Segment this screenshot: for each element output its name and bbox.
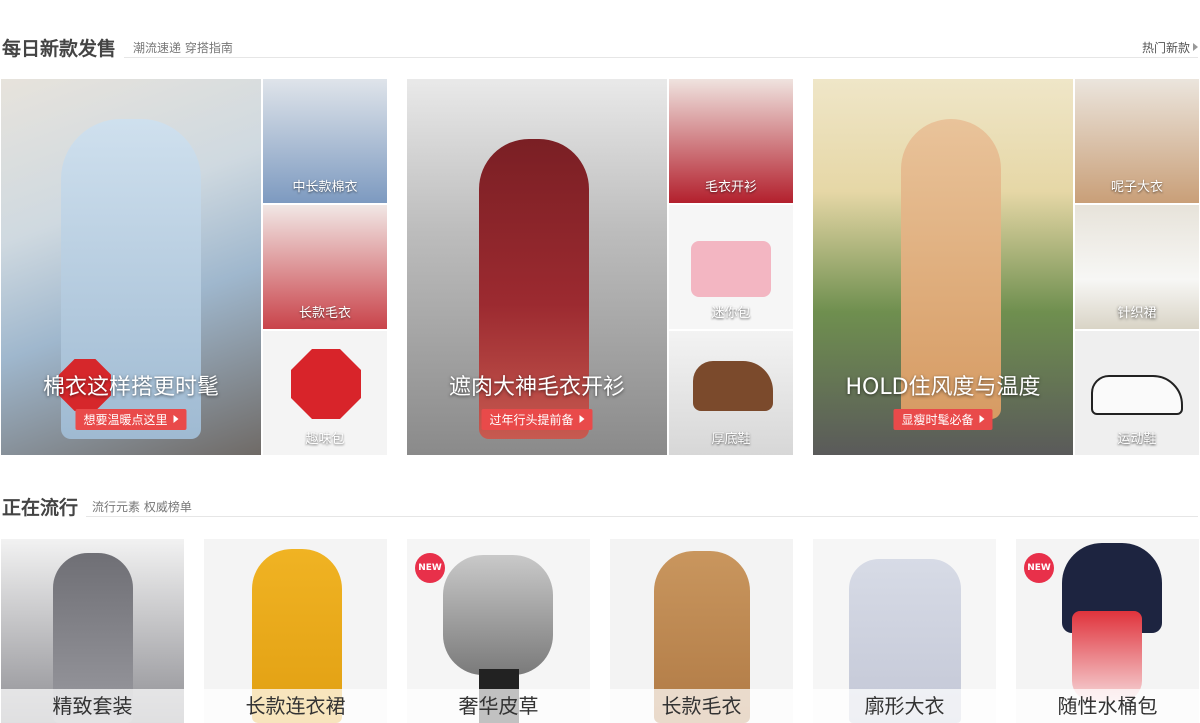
section-title: 正在流行 (2, 495, 87, 521)
category-tile[interactable]: 中长款棉衣 (263, 79, 387, 203)
trend-card[interactable]: NEW 奢华皮草 (407, 539, 590, 723)
trend-card[interactable]: 精致套装 (1, 539, 184, 723)
triangle-right-icon (979, 415, 985, 423)
card-label: 奢华皮草 (407, 689, 590, 723)
section-subtitle: 潮流速递 穿搭指南 (133, 39, 241, 56)
card-label: 廓形大衣 (813, 689, 996, 723)
category-tile[interactable]: 毛衣开衫 (669, 79, 793, 203)
tile-label: 运动鞋 (1117, 432, 1157, 447)
category-tile[interactable]: 迷你包 (669, 205, 793, 329)
triangle-right-icon (173, 415, 179, 423)
category-tile[interactable]: 针织裙 (1075, 205, 1199, 329)
bucket-bag-graphic (1072, 611, 1142, 701)
triangle-right-icon (579, 415, 585, 423)
category-tile[interactable]: 运动鞋 (1075, 331, 1199, 455)
shop-bag-graphic (291, 349, 361, 419)
trend-card[interactable]: NEW 随性水桶包 (1016, 539, 1199, 723)
promo-banner-3[interactable]: HOLD住风度与温度 显瘦时髦必备 (813, 79, 1073, 455)
triangle-right-icon (1193, 43, 1198, 51)
tile-label: 中长款棉衣 (292, 180, 358, 195)
trend-card[interactable]: 廓形大衣 (813, 539, 996, 723)
tile-label: 迷你包 (711, 306, 751, 321)
card-label: 精致套装 (1, 689, 184, 723)
tile-label: 长款毛衣 (298, 306, 351, 321)
cta-label: 想要温暖点这里 (83, 413, 168, 427)
category-tile[interactable]: 长款毛衣 (263, 205, 387, 329)
more-label: 热门新款 (1141, 41, 1190, 55)
section-title: 每日新款发售 (2, 36, 125, 62)
card-figure (443, 555, 553, 675)
header-divider (2, 516, 1198, 517)
banner-caption: 棉衣这样搭更时髦 (42, 375, 219, 400)
tile-label: 厚底鞋 (711, 432, 751, 447)
promo-banner-2[interactable]: 遮肉大神毛衣开衫 过年行头提前备 (407, 79, 667, 455)
card-label: 长款毛衣 (610, 689, 793, 723)
promo-banner-1[interactable]: 棉衣这样搭更时髦 想要温暖点这里 (1, 79, 261, 455)
cta-label: 显瘦时髦必备 (901, 413, 974, 427)
banner-cta-button[interactable]: 显瘦时髦必备 (893, 409, 993, 430)
tile-label: 趣味包 (305, 432, 345, 447)
new-badge: NEW (1024, 553, 1054, 583)
banner-cta-button[interactable]: 想要温暖点这里 (75, 409, 187, 430)
trend-card[interactable]: 长款连衣裙 (204, 539, 387, 723)
section-subtitle: 流行元素 权威榜单 (92, 498, 200, 515)
sneaker-graphic (1091, 375, 1183, 415)
banner-caption: HOLD住风度与温度 (845, 375, 1041, 400)
card-label: 随性水桶包 (1016, 689, 1199, 723)
category-tile[interactable]: 趣味包 (263, 331, 387, 455)
category-tile[interactable]: 呢子大衣 (1075, 79, 1199, 203)
section-header-new-arrivals: 每日新款发售 潮流速递 穿搭指南 热门新款 (2, 34, 1198, 62)
tile-label: 呢子大衣 (1110, 180, 1163, 195)
more-link[interactable]: 热门新款 (1135, 39, 1198, 56)
category-tile[interactable]: 厚底鞋 (669, 331, 793, 455)
banner-caption: 遮肉大神毛衣开衫 (448, 375, 625, 400)
cta-label: 过年行头提前备 (489, 413, 574, 427)
new-badge: NEW (415, 553, 445, 583)
section-header-trending: 正在流行 流行元素 权威榜单 (2, 493, 1198, 521)
card-label: 长款连衣裙 (204, 689, 387, 723)
banner-cta-button[interactable]: 过年行头提前备 (481, 409, 593, 430)
tile-label: 针织裙 (1117, 306, 1157, 321)
trend-card[interactable]: 长款毛衣 (610, 539, 793, 723)
pink-bag-graphic (691, 241, 771, 297)
shoe-graphic (693, 361, 773, 411)
header-divider (2, 57, 1198, 58)
tile-label: 毛衣开衫 (704, 180, 757, 195)
